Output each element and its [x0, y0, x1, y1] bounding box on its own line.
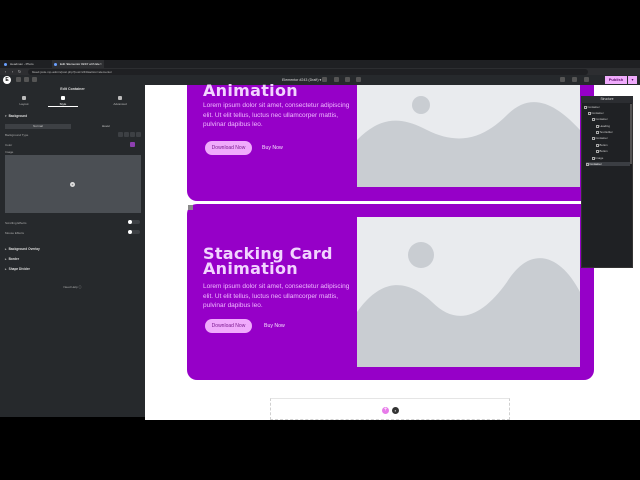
canvas-offscreen-area	[145, 420, 640, 480]
container-handle-icon[interactable]	[188, 205, 193, 210]
browser-tab-label: Headman - Photo	[10, 62, 34, 66]
caret-right-icon: ▸	[5, 247, 7, 251]
need-help-link[interactable]: Need Help ⓘ	[0, 285, 145, 289]
navigator-icon[interactable]	[572, 77, 577, 82]
panel-footer-area	[0, 417, 145, 480]
navigator-item[interactable]: Container	[592, 136, 608, 140]
add-section-button[interactable]: +	[382, 407, 389, 414]
caret-down-icon: ▾	[5, 114, 7, 118]
section-background[interactable]: ▾ Background	[5, 114, 27, 118]
slideshow-icon[interactable]	[136, 132, 141, 137]
navigator-item[interactable]: Heading	[596, 124, 610, 128]
section-label: Shape Divider	[8, 267, 30, 271]
buy-now-button[interactable]: Buy Now	[264, 319, 285, 333]
reload-icon[interactable]: ↻	[17, 69, 22, 74]
navigator-item[interactable]: Image	[592, 156, 603, 160]
tab-layout[interactable]: Layout	[4, 96, 44, 106]
url-field[interactable]: bleed.jcole.mp-admin/post.php?post=243&a…	[28, 68, 588, 75]
image-placeholder[interactable]	[357, 85, 580, 187]
image-placeholder[interactable]	[357, 217, 580, 367]
card-heading-line2[interactable]: Animation	[203, 261, 298, 277]
section-border[interactable]: ▸ Border	[5, 257, 19, 261]
site-settings-icon[interactable]	[322, 77, 327, 82]
tab-advanced-label: Advanced	[113, 102, 127, 106]
screen: Headman - Photo Edit 'Elementor #243' wi…	[0, 0, 640, 480]
gradient-icon[interactable]	[124, 132, 129, 137]
elementor-logo-icon[interactable]: E	[3, 76, 11, 84]
buy-now-button[interactable]: Buy Now	[262, 141, 283, 155]
style-icon	[61, 96, 65, 100]
image-label: Image	[5, 150, 14, 154]
paint-brush-icon[interactable]	[118, 132, 123, 137]
add-element-icon[interactable]	[16, 77, 21, 82]
state-hover-tab[interactable]: Hover	[73, 124, 139, 129]
add-image-icon[interactable]: +	[70, 182, 75, 187]
navigator-item[interactable]: Container	[592, 117, 608, 121]
history-icon[interactable]	[560, 77, 565, 82]
download-now-button[interactable]: Download Now	[205, 319, 252, 333]
advanced-icon	[118, 96, 122, 100]
tab-layout-label: Layout	[19, 102, 29, 106]
scrolling-effects-label: Scrolling Effects	[5, 221, 27, 225]
tablet-view-icon[interactable]	[345, 77, 350, 82]
structure-icon[interactable]	[32, 77, 37, 82]
section-background-overlay[interactable]: ▸ Background Overlay	[5, 247, 40, 251]
desktop-view-icon[interactable]	[334, 77, 339, 82]
favicon-icon	[54, 62, 57, 66]
state-normal-tab[interactable]: Normal	[5, 124, 71, 129]
mobile-view-icon[interactable]	[356, 77, 361, 82]
mouse-effects-toggle[interactable]	[128, 230, 140, 234]
download-now-button[interactable]: Download Now	[205, 141, 252, 155]
close-tab-icon[interactable]: ×	[100, 60, 102, 68]
card-paragraph[interactable]: Lorem ipsum dolor sit amet, consectetur …	[203, 101, 353, 130]
section-label: Background Overlay	[8, 247, 40, 251]
template-library-button[interactable]: ▪	[392, 407, 399, 414]
settings-icon[interactable]	[24, 77, 29, 82]
video-icon[interactable]	[130, 132, 135, 137]
placeholder-image-icon	[357, 96, 580, 187]
navigator-title[interactable]: Structure	[581, 96, 633, 103]
navigator-item[interactable]: Button	[596, 149, 608, 153]
forward-icon[interactable]: ›	[10, 69, 15, 74]
browser-tab[interactable]: Headman - Photo	[2, 60, 50, 68]
background-type-label: Background Type	[5, 133, 29, 137]
color-swatch[interactable]	[130, 142, 135, 147]
back-icon[interactable]: ‹	[3, 69, 8, 74]
mouse-effects-label: Mouse Effects	[5, 231, 24, 235]
navigator-item[interactable]: Container	[584, 105, 600, 109]
preview-icon[interactable]	[584, 77, 589, 82]
section-background-label: Background	[8, 114, 28, 118]
scrolling-effects-toggle[interactable]	[128, 220, 140, 224]
browser-tab-label: Edit 'Elementor #243' with Ele	[60, 62, 100, 66]
panel-title: Edit Container	[60, 87, 85, 91]
tab-style[interactable]: Style	[43, 96, 83, 106]
section-shape-divider[interactable]: ▸ Shape Divider	[5, 267, 30, 271]
layout-icon	[22, 96, 26, 100]
publish-button[interactable]: Publish	[605, 76, 627, 84]
navigator-scrollbar[interactable]	[630, 104, 632, 164]
caret-right-icon: ▸	[5, 257, 7, 261]
navigator-panel	[581, 96, 633, 268]
navigator-item[interactable]: Button	[596, 143, 608, 147]
navigator-item-selected[interactable]: Container	[586, 162, 630, 166]
add-section-area[interactable]	[270, 398, 510, 420]
card-heading[interactable]: Animation	[203, 83, 298, 99]
tab-advanced[interactable]: Advanced	[100, 96, 140, 106]
active-tab-indicator	[48, 106, 78, 107]
caret-right-icon: ▸	[5, 267, 7, 271]
favicon-icon	[4, 62, 7, 66]
section-label: Border	[8, 257, 20, 261]
publish-options-icon[interactable]: ▾	[628, 76, 637, 84]
color-label: Color	[5, 143, 13, 147]
card-paragraph[interactable]: Lorem ipsum dolor sit amet, consectetur …	[203, 282, 353, 311]
need-help-text: Need Help	[63, 285, 78, 289]
navigator-item[interactable]: Container	[588, 111, 604, 115]
navigator-item[interactable]: Text Editor	[596, 130, 613, 134]
placeholder-image-icon	[357, 242, 580, 367]
browser-tab-active[interactable]: Edit 'Elementor #243' with Ele ×	[52, 60, 104, 68]
